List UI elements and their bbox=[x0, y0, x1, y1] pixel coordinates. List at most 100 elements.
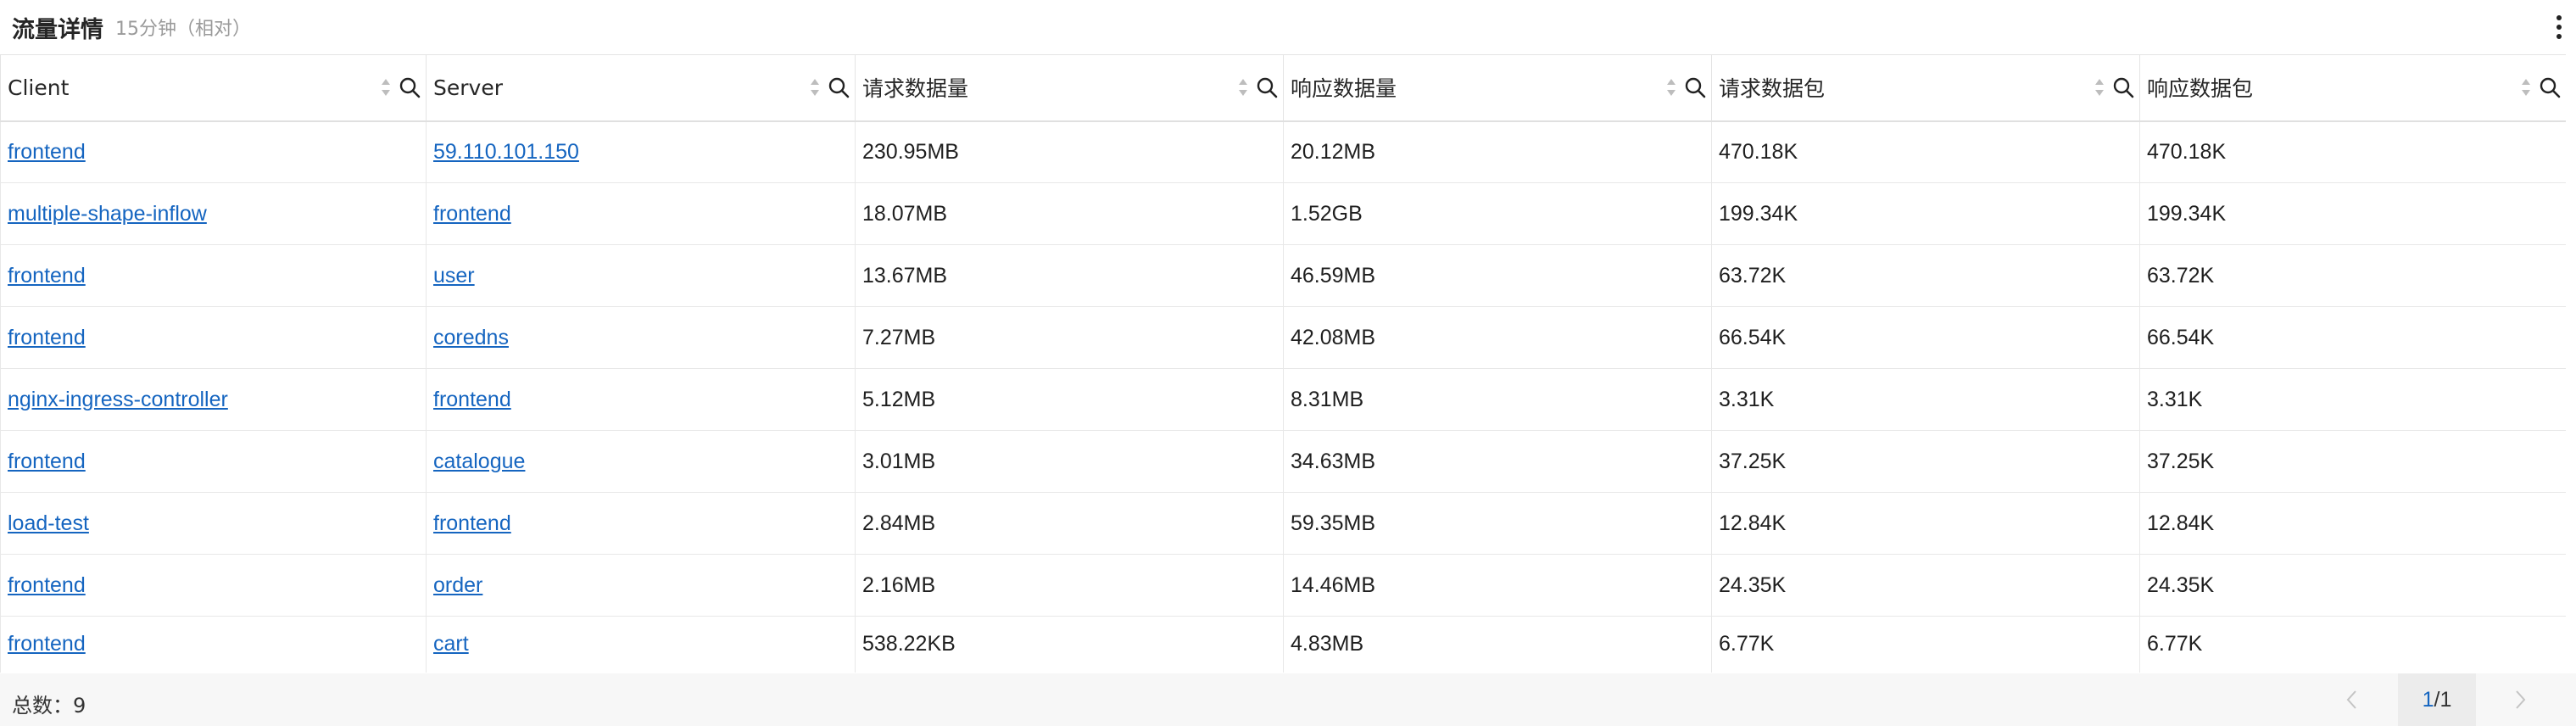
search-icon[interactable] bbox=[399, 76, 421, 98]
client-link[interactable]: frontend bbox=[8, 573, 86, 597]
server-link[interactable]: cart bbox=[433, 632, 469, 656]
cell-client: load-test bbox=[0, 492, 427, 555]
client-link[interactable]: frontend bbox=[8, 450, 86, 473]
table-row: load-test frontend 2.84MB 59.35MB 12.84K 12.8… bbox=[0, 492, 2566, 555]
cell-request-packets: 12.84K bbox=[1711, 492, 2140, 555]
time-range-label: 15分钟（相对） bbox=[115, 19, 251, 40]
search-icon[interactable] bbox=[2112, 76, 2134, 98]
column-header-label: 响应数据包 bbox=[2147, 76, 2254, 102]
table-row: frontend 59.110.101.150 230.95MB 20.12MB 470… bbox=[0, 120, 2566, 183]
column-header-label: 请求数据量 bbox=[862, 76, 969, 102]
cell-server: user bbox=[426, 244, 856, 307]
cell-request-bytes: 2.16MB bbox=[855, 554, 1284, 617]
server-link[interactable]: frontend bbox=[433, 511, 511, 535]
cell-request-packets: 66.54K bbox=[1711, 306, 2140, 369]
column-header-request-packets[interactable]: 请求数据包 bbox=[1711, 54, 2140, 122]
table-header-row: Client Server 请求数据量 响应数据量 请求数据包 响应数据包 bbox=[0, 54, 2566, 122]
client-link[interactable]: frontend bbox=[8, 326, 86, 349]
cell-request-packets: 6.77K bbox=[1711, 616, 2140, 673]
column-header-label: Server bbox=[433, 75, 503, 100]
cell-request-bytes: 7.27MB bbox=[855, 306, 1284, 369]
cell-client: frontend bbox=[0, 554, 427, 617]
cell-response-packets: 199.34K bbox=[2139, 182, 2566, 245]
current-page: 1 bbox=[2422, 687, 2434, 712]
column-header-label: 响应数据量 bbox=[1291, 76, 1397, 102]
chevron-right-icon bbox=[2516, 690, 2526, 709]
cell-server: cart bbox=[426, 616, 856, 673]
cell-response-packets: 24.35K bbox=[2139, 554, 2566, 617]
cell-response-bytes: 20.12MB bbox=[1283, 120, 1712, 183]
cell-request-packets: 3.31K bbox=[1711, 368, 2140, 431]
column-header-response-packets[interactable]: 响应数据包 bbox=[2139, 54, 2566, 122]
cell-response-packets: 37.25K bbox=[2139, 430, 2566, 493]
cell-response-packets: 470.18K bbox=[2139, 120, 2566, 183]
cell-client: multiple-shape-inflow bbox=[0, 182, 427, 245]
cell-client: frontend bbox=[0, 306, 427, 369]
table-row: frontend order 2.16MB 14.46MB 24.35K 24.35K bbox=[0, 554, 2566, 617]
client-link[interactable]: nginx-ingress-controller bbox=[8, 388, 228, 411]
sort-icon[interactable] bbox=[2520, 77, 2532, 98]
next-page-button[interactable] bbox=[2481, 673, 2559, 726]
client-link[interactable]: frontend bbox=[8, 264, 86, 288]
cell-response-bytes: 1.52GB bbox=[1283, 182, 1712, 245]
cell-response-packets: 63.72K bbox=[2139, 244, 2566, 307]
chevron-left-icon bbox=[2346, 690, 2356, 709]
cell-request-bytes: 3.01MB bbox=[855, 430, 1284, 493]
cell-response-bytes: 59.35MB bbox=[1283, 492, 1712, 555]
cell-client: frontend bbox=[0, 616, 427, 673]
server-link[interactable]: user bbox=[433, 264, 475, 288]
server-link[interactable]: order bbox=[433, 573, 482, 597]
more-vertical-icon[interactable] bbox=[2547, 12, 2571, 42]
search-icon[interactable] bbox=[828, 76, 850, 98]
column-header-response-bytes[interactable]: 响应数据量 bbox=[1283, 54, 1712, 122]
cell-request-bytes: 538.22KB bbox=[855, 616, 1284, 673]
cell-request-packets: 470.18K bbox=[1711, 120, 2140, 183]
sort-icon[interactable] bbox=[1665, 77, 1677, 98]
cell-response-packets: 3.31K bbox=[2139, 368, 2566, 431]
cell-request-packets: 37.25K bbox=[1711, 430, 2140, 493]
cell-server: order bbox=[426, 554, 856, 617]
server-link[interactable]: frontend bbox=[433, 202, 511, 226]
server-link[interactable]: frontend bbox=[433, 388, 511, 411]
sort-icon[interactable] bbox=[2094, 77, 2105, 98]
server-link[interactable]: catalogue bbox=[433, 450, 525, 473]
column-header-server[interactable]: Server bbox=[426, 54, 856, 122]
page-indicator: 1/1 bbox=[2398, 673, 2476, 726]
column-header-request-bytes[interactable]: 请求数据量 bbox=[855, 54, 1284, 122]
search-icon[interactable] bbox=[1684, 76, 1706, 98]
sort-icon[interactable] bbox=[380, 77, 392, 98]
panel-header: 流量详情 15分钟（相对） bbox=[0, 0, 2576, 54]
sort-icon[interactable] bbox=[809, 77, 821, 98]
cell-response-bytes: 34.63MB bbox=[1283, 430, 1712, 493]
cell-client: frontend bbox=[0, 430, 427, 493]
cell-request-packets: 63.72K bbox=[1711, 244, 2140, 307]
server-link[interactable]: coredns bbox=[433, 326, 509, 349]
column-header-client[interactable]: Client bbox=[0, 54, 427, 122]
sort-icon[interactable] bbox=[1237, 77, 1249, 98]
table-row: frontend coredns 7.27MB 42.08MB 66.54K 66.54K bbox=[0, 306, 2566, 369]
table-footer: 总数：9 1/1 bbox=[0, 673, 2576, 726]
cell-request-bytes: 5.12MB bbox=[855, 368, 1284, 431]
search-icon[interactable] bbox=[1256, 76, 1278, 98]
cell-server: 59.110.101.150 bbox=[426, 120, 856, 183]
table-row: frontend catalogue 3.01MB 34.63MB 37.25K 37.2… bbox=[0, 430, 2566, 493]
search-icon[interactable] bbox=[2539, 76, 2561, 98]
cell-server: catalogue bbox=[426, 430, 856, 493]
cell-response-bytes: 46.59MB bbox=[1283, 244, 1712, 307]
cell-response-packets: 12.84K bbox=[2139, 492, 2566, 555]
client-link[interactable]: frontend bbox=[8, 632, 86, 656]
cell-server: frontend bbox=[426, 182, 856, 245]
client-link[interactable]: frontend bbox=[8, 140, 86, 164]
cell-response-packets: 66.54K bbox=[2139, 306, 2566, 369]
table-row: frontend user 13.67MB 46.59MB 63.72K 63.72K bbox=[0, 244, 2566, 307]
cell-server: coredns bbox=[426, 306, 856, 369]
server-link[interactable]: 59.110.101.150 bbox=[433, 140, 579, 164]
panel-title: 流量详情 bbox=[12, 16, 103, 43]
traffic-table-container: Client Server 请求数据量 响应数据量 请求数据包 响应数据包 fronten… bbox=[0, 54, 2566, 673]
client-link[interactable]: multiple-shape-inflow bbox=[8, 202, 207, 226]
cell-request-packets: 199.34K bbox=[1711, 182, 2140, 245]
cell-request-bytes: 13.67MB bbox=[855, 244, 1284, 307]
cell-response-packets: 6.77K bbox=[2139, 616, 2566, 673]
client-link[interactable]: load-test bbox=[8, 511, 89, 535]
prev-page-button[interactable] bbox=[2313, 673, 2391, 726]
